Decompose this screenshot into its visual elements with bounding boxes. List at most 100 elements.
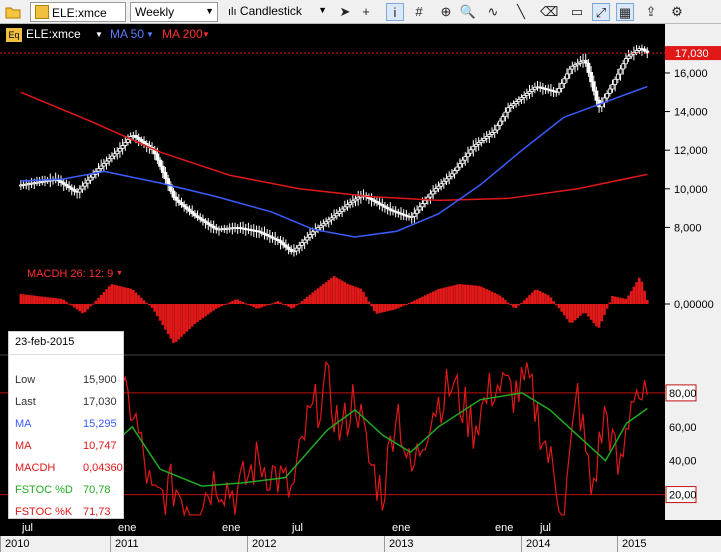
- macd-bar: [629, 291, 633, 304]
- candle: [160, 165, 165, 173]
- legend-macdh-dropdown-icon[interactable]: ▼: [116, 270, 123, 277]
- macd-bar: [645, 300, 649, 304]
- year-label: 2013: [389, 538, 414, 550]
- toolbar: ELE:xmce Weekly ▼ ılı Candlestick ▼ ➤ + i #…: [0, 0, 721, 24]
- candle: [412, 212, 417, 217]
- candle: [559, 83, 564, 89]
- candle: [428, 193, 433, 198]
- info-row: Low 15,900: [15, 374, 117, 388]
- year-label: 2011: [115, 538, 139, 550]
- candle: [460, 159, 465, 165]
- macd-bar: [148, 304, 151, 306]
- macd-bar: [461, 284, 464, 304]
- macd-bar: [635, 282, 638, 304]
- candle: [163, 172, 168, 180]
- macd-bar: [595, 304, 598, 327]
- macd-bar: [482, 287, 486, 304]
- period-value: Weekly: [135, 5, 175, 19]
- legend-symbol[interactable]: ELE:xmce: [26, 27, 81, 41]
- candle: [310, 231, 315, 235]
- macd-bar: [332, 276, 336, 304]
- macd-bar: [434, 290, 438, 304]
- macd-bar: [447, 286, 451, 304]
- legend-ma50-dropdown-icon[interactable]: ▼: [146, 30, 154, 39]
- macd-bar: [485, 289, 488, 304]
- chart-settings-icon[interactable]: ⚙: [668, 3, 686, 21]
- chart-legend: Eq ELE:xmce ▼ MA 50 ▼ MA 200 ▼: [0, 24, 665, 44]
- macd-bar: [565, 304, 569, 319]
- macd-bar: [110, 284, 114, 304]
- zoom-icon[interactable]: ⊕: [437, 3, 455, 21]
- macd-bar: [311, 292, 314, 304]
- grid-icon[interactable]: #: [410, 3, 428, 21]
- eraser-icon[interactable]: ▭: [568, 3, 586, 21]
- macd-bar: [541, 292, 545, 304]
- macd-bar: [225, 303, 229, 305]
- time-axis[interactable]: jul ene ene jul ene ene jul 2010 2011 2012 2013 20…: [0, 520, 721, 552]
- macd-bar: [632, 286, 636, 304]
- symbol-input[interactable]: ELE:xmce: [30, 2, 126, 22]
- expand-icon[interactable]: ⤢: [592, 3, 610, 21]
- macd-bar: [201, 304, 205, 319]
- export-icon[interactable]: ⇪: [642, 3, 660, 21]
- price-tick-label: 8,000: [674, 222, 702, 234]
- open-symbol-button[interactable]: [3, 2, 25, 22]
- macd-bar: [557, 304, 561, 309]
- macd-bar: [19, 294, 23, 304]
- candle: [423, 199, 428, 204]
- macd-bar: [589, 304, 593, 320]
- month-label: ene: [495, 522, 514, 534]
- legend-ma200-dropdown-icon[interactable]: ▼: [202, 30, 210, 39]
- macd-bar: [223, 304, 226, 305]
- macd-bar: [30, 295, 33, 304]
- macd-bar: [59, 298, 63, 304]
- candle: [463, 156, 468, 161]
- macd-bar: [563, 304, 566, 316]
- macd-bar: [113, 284, 116, 304]
- crosshair-icon[interactable]: +: [357, 3, 375, 21]
- chart-type-select[interactable]: ılı Candlestick ▼: [226, 2, 330, 22]
- macd-bar: [273, 302, 277, 304]
- macd-bar: [284, 304, 288, 306]
- macd-bar: [220, 304, 223, 307]
- erase-icon[interactable]: ⌫: [540, 3, 558, 21]
- legend-macdh[interactable]: MACDH 26: 12: 9: [27, 268, 113, 280]
- year-label: 2014: [526, 538, 551, 550]
- year-separator: [521, 536, 522, 552]
- month-label: ene: [392, 522, 411, 534]
- wave-icon[interactable]: ∿: [484, 3, 502, 21]
- pattern-icon[interactable]: ▦: [616, 3, 634, 21]
- macd-bar: [180, 304, 183, 337]
- candle: [618, 68, 623, 75]
- macd-bar: [247, 304, 250, 305]
- draw-line-icon[interactable]: ╲: [512, 3, 530, 21]
- macd-bar: [86, 304, 90, 310]
- magnifier-icon[interactable]: 🔍: [459, 3, 477, 21]
- macd-bar: [174, 304, 178, 342]
- macd-bar: [613, 296, 617, 304]
- year-separator: [0, 536, 1, 552]
- candle: [80, 185, 85, 190]
- candle: [565, 73, 569, 80]
- last-price-label: 17,030: [675, 48, 709, 60]
- legend-ma50[interactable]: MA 50: [110, 27, 144, 41]
- legend-ma200[interactable]: MA 200: [162, 27, 203, 41]
- macd-bar: [389, 304, 392, 311]
- macd-bar: [134, 292, 138, 304]
- macd-bar: [169, 304, 173, 339]
- candlestick-icon: ılı: [228, 6, 237, 18]
- legend-symbol-dropdown-icon[interactable]: ▼: [95, 30, 103, 39]
- macd-bar: [142, 300, 146, 304]
- info-icon[interactable]: i: [386, 3, 404, 21]
- cursor-arrow-icon[interactable]: ➤: [336, 3, 354, 21]
- macd-bar: [177, 304, 181, 340]
- macd-bar: [297, 303, 301, 305]
- macd-bar: [65, 301, 68, 304]
- period-select[interactable]: Weekly ▼: [130, 2, 218, 22]
- price-tick-label: 14,000: [674, 107, 708, 119]
- macd-bar: [587, 304, 590, 317]
- macd-bar: [375, 304, 379, 314]
- year-separator: [110, 536, 111, 552]
- info-label: MA: [15, 440, 32, 452]
- macd-bar: [637, 277, 641, 304]
